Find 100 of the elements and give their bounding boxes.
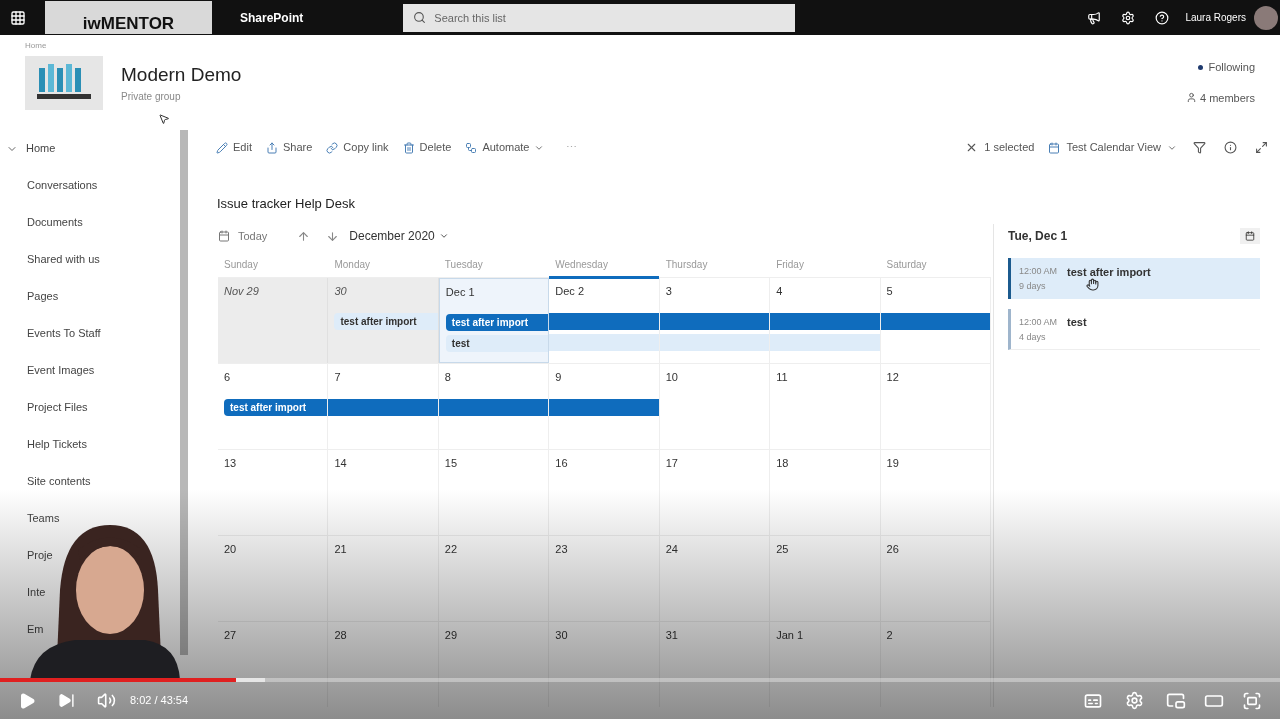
command-button[interactable]: Share (265, 139, 313, 156)
month-picker[interactable]: December 2020 (349, 227, 449, 245)
day-cell[interactable]: Dec 1 test after import test (438, 278, 550, 363)
scrollbar[interactable] (180, 130, 188, 655)
day-cell[interactable]: 14 (328, 450, 439, 535)
day-cell[interactable]: 16 (549, 450, 660, 535)
nav-item[interactable]: Pages (27, 288, 59, 305)
day-cell[interactable]: 29 (438, 622, 550, 707)
previous-arrow-icon[interactable] (297, 229, 311, 243)
day-number: Dec 2 (554, 284, 586, 298)
day-number: 5 (885, 284, 894, 298)
day-cell[interactable]: 2 (880, 622, 991, 707)
day-number: 11 (775, 370, 789, 384)
event-bar[interactable]: test after import (224, 399, 328, 416)
day-cell[interactable]: 10 (659, 364, 771, 449)
day-cell[interactable]: 18 (770, 450, 881, 535)
day-cell[interactable]: 9 (549, 364, 660, 449)
nav-item[interactable]: Help Tickets (27, 436, 87, 453)
day-number: 31 (664, 628, 679, 642)
day-cell[interactable]: 30 (549, 622, 660, 707)
nav-item[interactable]: Inte (27, 584, 46, 601)
view-switcher[interactable]: Test Calendar View (1048, 139, 1177, 156)
day-cell[interactable]: 24 (659, 536, 771, 621)
day-cell[interactable]: 13 (218, 450, 329, 535)
flow-icon (465, 141, 478, 154)
day-cell[interactable]: 6 test after import (218, 364, 329, 449)
day-cell[interactable]: 8 (438, 364, 550, 449)
clear-selection-button[interactable]: 1 selected (965, 139, 1035, 156)
filter-icon[interactable] (1193, 141, 1206, 154)
nav-item[interactable]: Event Images (27, 362, 95, 379)
event-bar[interactable]: test after import (445, 314, 549, 331)
nav-item[interactable]: Proje (27, 547, 53, 564)
command-button[interactable]: Automate (465, 139, 545, 156)
day-cell[interactable]: Nov 29 (218, 278, 329, 363)
volume-icon[interactable] (97, 691, 116, 710)
day-cell[interactable]: 22 (438, 536, 550, 621)
next-icon[interactable] (58, 692, 75, 709)
day-number: 4 (775, 284, 784, 298)
command-button[interactable]: Edit (216, 139, 252, 156)
day-cell[interactable]: 11 (770, 364, 881, 449)
nav-item[interactable]: Shared with us (27, 251, 100, 268)
nav-item[interactable]: Site contents (27, 473, 91, 490)
day-cell[interactable]: 20 (218, 536, 329, 621)
day-number: 28 (333, 628, 348, 642)
day-number: 23 (554, 542, 569, 556)
site-subtitle: Private group (121, 89, 182, 104)
expand-icon[interactable] (1255, 141, 1268, 154)
agenda-item[interactable]: 12:00 AM test after import 9 days (1008, 258, 1260, 299)
members-button[interactable]: 4 members (1185, 89, 1255, 106)
day-cell[interactable]: 21 (328, 536, 439, 621)
day-cell[interactable]: 19 (880, 450, 991, 535)
day-number: 20 (223, 542, 238, 556)
day-cell[interactable]: Jan 1 (770, 622, 881, 707)
nav-item[interactable]: Teams (27, 510, 60, 527)
day-cell[interactable]: 31 (659, 622, 771, 707)
fullscreen-icon[interactable] (1242, 690, 1262, 711)
logo-banner[interactable]: iwMENTOR (45, 1, 212, 34)
day-cell[interactable]: 30 test after import (328, 278, 439, 363)
day-number: 30 (333, 284, 348, 298)
day-number: 18 (775, 456, 790, 470)
nav-item[interactable]: Conversations (27, 177, 98, 194)
day-cell[interactable]: 7 (328, 364, 439, 449)
day-cell[interactable]: 26 (880, 536, 991, 621)
day-cell[interactable]: 12 (880, 364, 991, 449)
day-number: 29 (443, 628, 459, 642)
command-button[interactable]: Delete (402, 139, 452, 156)
nav-item[interactable]: Project Files (27, 399, 88, 416)
today-button[interactable]: Today (218, 227, 268, 245)
nav-item[interactable]: Em (27, 621, 44, 638)
day-number: 17 (664, 456, 679, 470)
info-icon[interactable] (1224, 141, 1237, 154)
nav-item[interactable]: Documents (27, 214, 83, 231)
day-cell[interactable]: 23 (549, 536, 660, 621)
day-number: 14 (333, 456, 348, 470)
event-bar[interactable]: test after import (334, 313, 438, 330)
weekday-header: Saturday (885, 258, 928, 272)
nav-item[interactable]: Events To Staff (27, 325, 101, 342)
day-cell[interactable]: 15 (438, 450, 550, 535)
day-number: 15 (443, 456, 459, 470)
next-arrow-icon[interactable] (326, 229, 340, 243)
event-bar[interactable]: test (445, 335, 549, 352)
day-number: 19 (885, 456, 900, 470)
user-avatar[interactable] (1254, 5, 1278, 30)
search-field[interactable]: Search this list (403, 3, 796, 32)
video-time: 8:02 / 43:54 (130, 693, 189, 709)
day-cell[interactable]: 17 (659, 450, 771, 535)
day-number: 25 (775, 542, 790, 556)
agenda-item[interactable]: 12:00 AM test 4 days (1008, 309, 1260, 350)
calendar-icon[interactable] (1240, 228, 1260, 244)
event-title: test (1067, 315, 1087, 330)
day-number: 6 (223, 370, 232, 384)
day-cell[interactable]: 28 (328, 622, 439, 707)
day-cell[interactable]: 5 (880, 278, 991, 363)
nav-item[interactable]: Home (26, 140, 56, 157)
app-name[interactable]: SharePoint (240, 8, 304, 27)
event-duration: 4 days (1019, 330, 1046, 344)
day-cell[interactable]: 25 (770, 536, 881, 621)
play-icon[interactable] (18, 691, 36, 710)
follow-button[interactable]: Following (1197, 59, 1255, 76)
command-button[interactable]: Copy link (326, 139, 389, 156)
